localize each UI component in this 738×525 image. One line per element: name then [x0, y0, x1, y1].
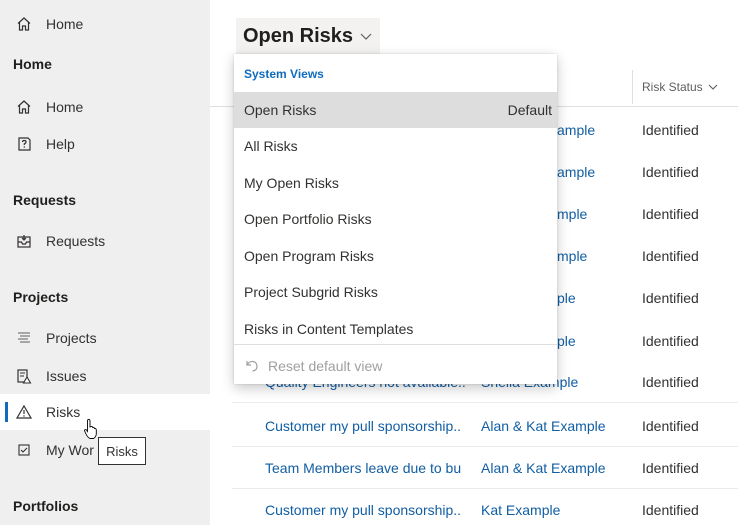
row-title-link[interactable]: Customer my pull sponsorship..: [265, 418, 461, 434]
row-status: Identified: [642, 122, 699, 138]
view-option-label: Open Program Risks: [244, 248, 374, 264]
view-option-risks-in-content-templates[interactable]: Risks in Content Templates: [234, 311, 557, 347]
dropdown-divider: [234, 344, 557, 345]
hand-cursor-icon: [84, 418, 97, 439]
undo-icon: [244, 358, 260, 374]
sidebar-item-label: Issues: [46, 368, 87, 384]
row-owner-fragment[interactable]: ample: [557, 164, 595, 180]
reset-default-view-button[interactable]: Reset default view: [244, 354, 382, 378]
view-option-label: Open Risks: [244, 102, 317, 118]
row-owner-fragment[interactable]: ample: [557, 122, 595, 138]
column-header-label: Risk Status: [642, 80, 703, 94]
sidebar-item-label: Projects: [46, 330, 97, 346]
row-status: Identified: [642, 290, 699, 306]
default-badge: Default: [507, 102, 552, 118]
sidebar-item-label: My Wor: [46, 442, 94, 458]
reset-label: Reset default view: [268, 358, 383, 374]
sidebar-item-risks[interactable]: Risks: [0, 394, 210, 430]
chevron-down-icon: [359, 29, 373, 43]
row-status: Identified: [642, 374, 699, 390]
section-home: Home: [13, 56, 52, 72]
sidebar-item-projects[interactable]: Projects: [0, 320, 210, 356]
view-option-open-portfolio-risks[interactable]: Open Portfolio Risks: [234, 201, 557, 237]
warning-icon: [15, 403, 33, 421]
sidebar-item-home[interactable]: Home: [0, 89, 210, 125]
view-option-project-subgrid-risks[interactable]: Project Subgrid Risks: [234, 274, 557, 310]
inbox-icon: [15, 232, 33, 250]
view-option-label: Project Subgrid Risks: [244, 284, 378, 300]
view-option-open-risks[interactable]: Open Risks Default: [234, 92, 557, 128]
row-title-link[interactable]: Team Members leave due to bu: [265, 460, 477, 476]
row-owner-fragment[interactable]: mple: [557, 248, 587, 264]
sidebar-item-label: Help: [46, 136, 75, 152]
view-selector[interactable]: Open Risks: [236, 18, 381, 54]
sidebar-item-label: Home: [46, 99, 84, 115]
home-icon: [15, 98, 33, 116]
section-projects: Projects: [13, 289, 69, 305]
view-option-label: Open Portfolio Risks: [244, 211, 372, 227]
section-requests: Requests: [13, 192, 77, 208]
row-owner-fragment[interactable]: mple: [557, 206, 587, 222]
project-list-icon: [15, 329, 33, 347]
view-option-label: All Risks: [244, 138, 298, 154]
row-status: Identified: [642, 418, 699, 434]
view-option-open-program-risks[interactable]: Open Program Risks: [234, 238, 557, 274]
row-status: Identified: [642, 460, 699, 476]
view-option-label: My Open Risks: [244, 175, 339, 191]
chevron-down-icon: [708, 84, 718, 90]
section-portfolios: Portfolios: [13, 498, 79, 514]
row-owner-fragment[interactable]: ple: [557, 290, 576, 306]
view-selector-label: Open Risks: [243, 24, 354, 47]
help-icon: [15, 135, 33, 153]
view-option-label: Risks in Content Templates: [244, 321, 414, 337]
column-header-risk-status[interactable]: Risk Status: [642, 80, 719, 94]
view-option-my-open-risks[interactable]: My Open Risks: [234, 165, 557, 201]
sidebar-item-help[interactable]: Help: [0, 126, 210, 162]
row-status: Identified: [642, 164, 699, 180]
sidebar-item-label: Requests: [46, 233, 106, 249]
sidebar-item-requests[interactable]: Requests: [0, 223, 210, 259]
sidebar-item-label: Home: [46, 16, 84, 32]
row-owner-link[interactable]: Alan & Kat Example: [481, 460, 606, 476]
home-icon: [15, 15, 33, 33]
view-dropdown-menu: System Views Open Risks Default All Risk…: [234, 54, 557, 384]
row-status: Identified: [642, 502, 699, 518]
sidebar-item-issues[interactable]: Issues: [0, 358, 210, 394]
table-row[interactable]: Customer my pull sponsorship.. Alan & Ka…: [232, 405, 738, 447]
issues-icon: [15, 367, 33, 385]
row-owner-link[interactable]: Alan & Kat Example: [481, 418, 606, 434]
row-status: Identified: [642, 248, 699, 264]
sidebar-item-label: Risks: [46, 404, 81, 420]
column-separator: [632, 70, 633, 104]
sidebar-item-home-top[interactable]: Home: [0, 6, 210, 42]
row-title-link[interactable]: Customer my pull sponsorship..: [265, 502, 461, 518]
row-owner-link[interactable]: Kat Example: [481, 502, 560, 518]
row-owner-fragment[interactable]: ple: [557, 333, 576, 349]
risks-tooltip: Risks: [98, 437, 146, 465]
dropdown-section-header: System Views: [244, 67, 324, 81]
row-status: Identified: [642, 333, 699, 349]
checkbox-icon: [15, 441, 33, 459]
row-status: Identified: [642, 206, 699, 222]
table-row[interactable]: Customer my pull sponsorship.. Kat Examp…: [232, 489, 738, 525]
view-option-all-risks[interactable]: All Risks: [234, 128, 557, 164]
table-row[interactable]: Team Members leave due to bu Alan & Kat …: [232, 447, 738, 489]
